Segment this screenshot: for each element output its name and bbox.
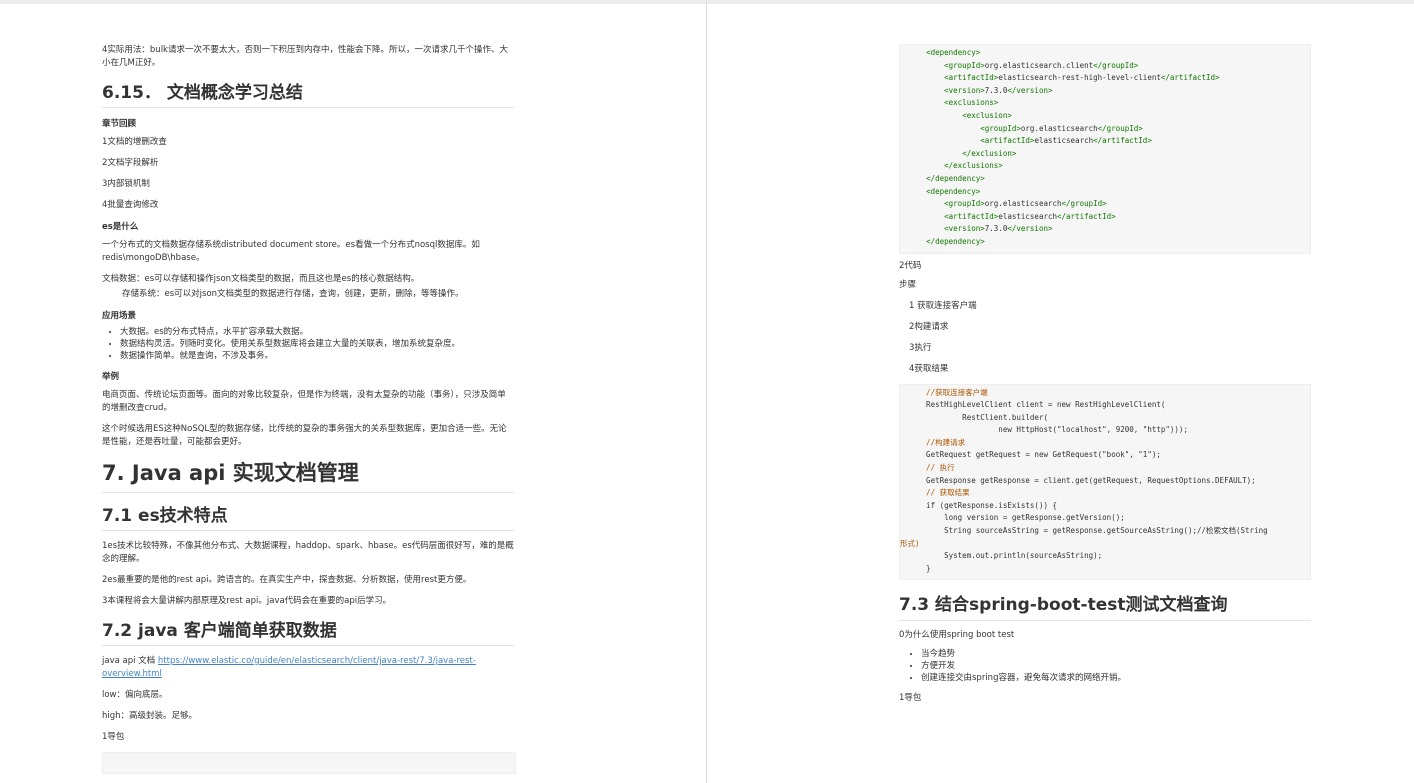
code-comment-wrap: 形式) (900, 538, 920, 548)
doc-prefix: java api 文档 (102, 656, 158, 666)
code-line: } (908, 563, 931, 573)
review-item-3: 3内部锁机制 (102, 179, 150, 189)
review-item-2: 2文档字段解析 (102, 158, 159, 168)
code-line: long version = getResponse.getVersion(); (908, 513, 1125, 523)
list-item: 当今趋势 (921, 648, 1311, 660)
document-page-right: <dependency> <groupId>org.elasticsearch.… (707, 0, 1414, 783)
code-block-java-get: //获取连接客户端 RestHighLevelClient client = n… (899, 383, 1311, 581)
paragraph-code-label: 2代码 (899, 260, 922, 271)
code-comment: // 获取结果 (908, 488, 970, 498)
code-comment: //构建请求 (908, 437, 966, 447)
subheading-example: 举例 (102, 372, 120, 382)
code-line: GetRequest getRequest = new GetRequest("… (908, 450, 1161, 460)
heading-6-15: 6.15． 文档概念学习总结 (102, 78, 514, 108)
code-line: <artifactId>elasticsearch</artifactId> (944, 211, 1116, 221)
scenario-list: 大数据。es的分布式特点，水平扩容承载大数据。 数据结构灵活。列随时变化。使用关… (102, 326, 514, 362)
code-line: RestClient.builder( (908, 412, 1048, 422)
subheading-scenarios: 应用场景 (102, 311, 137, 321)
paragraph-high: high：高级封装。足够。 (102, 711, 198, 721)
code-line: </dependency> (926, 173, 985, 183)
code-line: <artifactId>elasticsearch</artifactId> (980, 136, 1152, 146)
code-line: System.out.println(sourceAsString); (908, 551, 1103, 561)
list-item: 方便开发 (921, 660, 1311, 672)
paragraph-import: 1导包 (102, 732, 125, 742)
code-line: <artifactId>elasticsearch-rest-high-leve… (944, 73, 1220, 83)
code-line: <exclusion> (962, 110, 1012, 120)
heading-7: 7. Java api 实现文档管理 (102, 457, 514, 493)
document-page-left: 4实际用法：bulk请求一次不要太大，否则一下积压到内存中，性能会下降。所以，一… (0, 0, 706, 783)
heading-7-3: 7.3 结合spring-boot-test测试文档查询 (899, 590, 1311, 622)
list-item: 大数据。es的分布式特点，水平扩容承载大数据。 (120, 326, 514, 338)
list-item: 创建连接交由spring容器，避免每次请求的网络开销。 (921, 672, 1311, 684)
paragraph-es-feature-2: 2es最重要的是他的rest api。跨语言的。在真实生产中，探查数据、分析数据… (102, 575, 472, 585)
why-list: 当今趋势 方便开发 创建连接交由spring容器，避免每次请求的网络开销。 (899, 648, 1311, 684)
code-line: new HttpHost("localhost", 9200, "http"))… (908, 425, 1188, 435)
subheading-what-is-es: es是什么 (102, 222, 139, 232)
code-line: <version>7.3.0</version> (944, 224, 1053, 234)
code-line: String sourceAsString = getResponse.getS… (908, 526, 1268, 536)
paragraph-steps-label: 步骤 (899, 279, 917, 290)
paragraph-es-feature-3: 3本课程将会大量讲解内部原理及rest api。java代码会在重要的api后学… (102, 596, 392, 606)
paragraph-document-data: 文档数据：es可以存储和操作json文档类型的数据，而且这也是es的核心数据结构… (102, 274, 420, 284)
heading-7-1: 7.1 es技术特点 (102, 501, 514, 531)
code-line: <version>7.3.0</version> (944, 85, 1053, 95)
code-line: if (getResponse.isExists()) { (908, 500, 1058, 510)
paragraph-import-right: 1导包 (899, 693, 922, 704)
code-line: <dependency> (926, 48, 981, 57)
code-block-maven-dependencies: <dependency> <groupId>org.elasticsearch.… (899, 44, 1311, 254)
list-item: 数据结构灵活。列随时变化。使用关系型数据库将会建立大量的关联表，增加系统复杂度。 (120, 338, 514, 350)
paragraph-example-2: 这个时候选用ES这种NoSQL型的数据存储，比传统的复杂的事务强大的关系型数据库… (102, 424, 507, 447)
code-line: </exclusions> (944, 161, 1003, 171)
code-line: </dependency> (926, 236, 985, 246)
paragraph-why-spring-boot-test: 0为什么使用spring boot test (899, 630, 1015, 641)
code-line: <groupId>org.elasticsearch.client</group… (944, 60, 1139, 70)
page-content-right: <dependency> <groupId>org.elasticsearch.… (899, 44, 1311, 713)
code-comment: //获取连接客户端 (908, 387, 988, 397)
subheading-review: 章节回顾 (102, 119, 137, 129)
paragraph-es-feature-1: 1es技术比较特殊，不像其他分布式、大数据课程，haddop、spark、hba… (102, 541, 514, 564)
code-line: RestHighLevelClient client = new RestHig… (908, 400, 1166, 410)
paragraph-bulk-usage: 4实际用法：bulk请求一次不要太大，否则一下积压到内存中，性能会下降。所以，一… (102, 45, 508, 68)
heading-7-2: 7.2 java 客户端简单获取数据 (102, 616, 514, 646)
paragraph-java-api-doc: java api 文档 https://www.elastic.co/guide… (102, 655, 514, 681)
step-item-3: 3执行 (909, 342, 932, 353)
code-line: </exclusion> (962, 148, 1017, 158)
code-line: <dependency> (926, 186, 981, 196)
paragraph-storage-system: 存储系统：es可以对json文档类型的数据进行存储，查询，创建，更新，删除，等等… (122, 289, 464, 299)
page-content-left: 4实际用法：bulk请求一次不要太大，否则一下积压到内存中，性能会下降。所以，一… (102, 44, 516, 774)
code-line: <groupId>org.elasticsearch</groupId> (980, 123, 1143, 133)
review-item-4: 4批量查询修改 (102, 200, 159, 210)
code-line: <groupId>org.elasticsearch</groupId> (944, 199, 1107, 209)
java-api-doc-link[interactable]: https://www.elastic.co/guide/en/elastics… (102, 656, 476, 679)
review-item-1: 1文档的增删改查 (102, 137, 167, 147)
code-line: <exclusions> (944, 98, 999, 108)
step-item-2: 2构建请求 (909, 321, 949, 332)
step-item-4: 4获取结果 (909, 363, 949, 374)
paragraph-example-1: 电商页面、传统论坛页面等。面向的对象比较复杂，但是作为终端，没有太复杂的功能（事… (102, 390, 506, 413)
code-line: GetResponse getResponse = client.get(get… (908, 475, 1256, 485)
list-item: 数据操作简单。就是查询，不涉及事务。 (120, 350, 514, 362)
code-comment: // 执行 (908, 463, 955, 473)
paragraph-low: low：偏向底层。 (102, 690, 168, 700)
code-block-partial (102, 752, 516, 774)
paragraph-what-is-es: 一个分布式的文档数据存储系统distributed document store… (102, 240, 480, 263)
step-item-1: 1 获取连接客户端 (909, 300, 977, 311)
